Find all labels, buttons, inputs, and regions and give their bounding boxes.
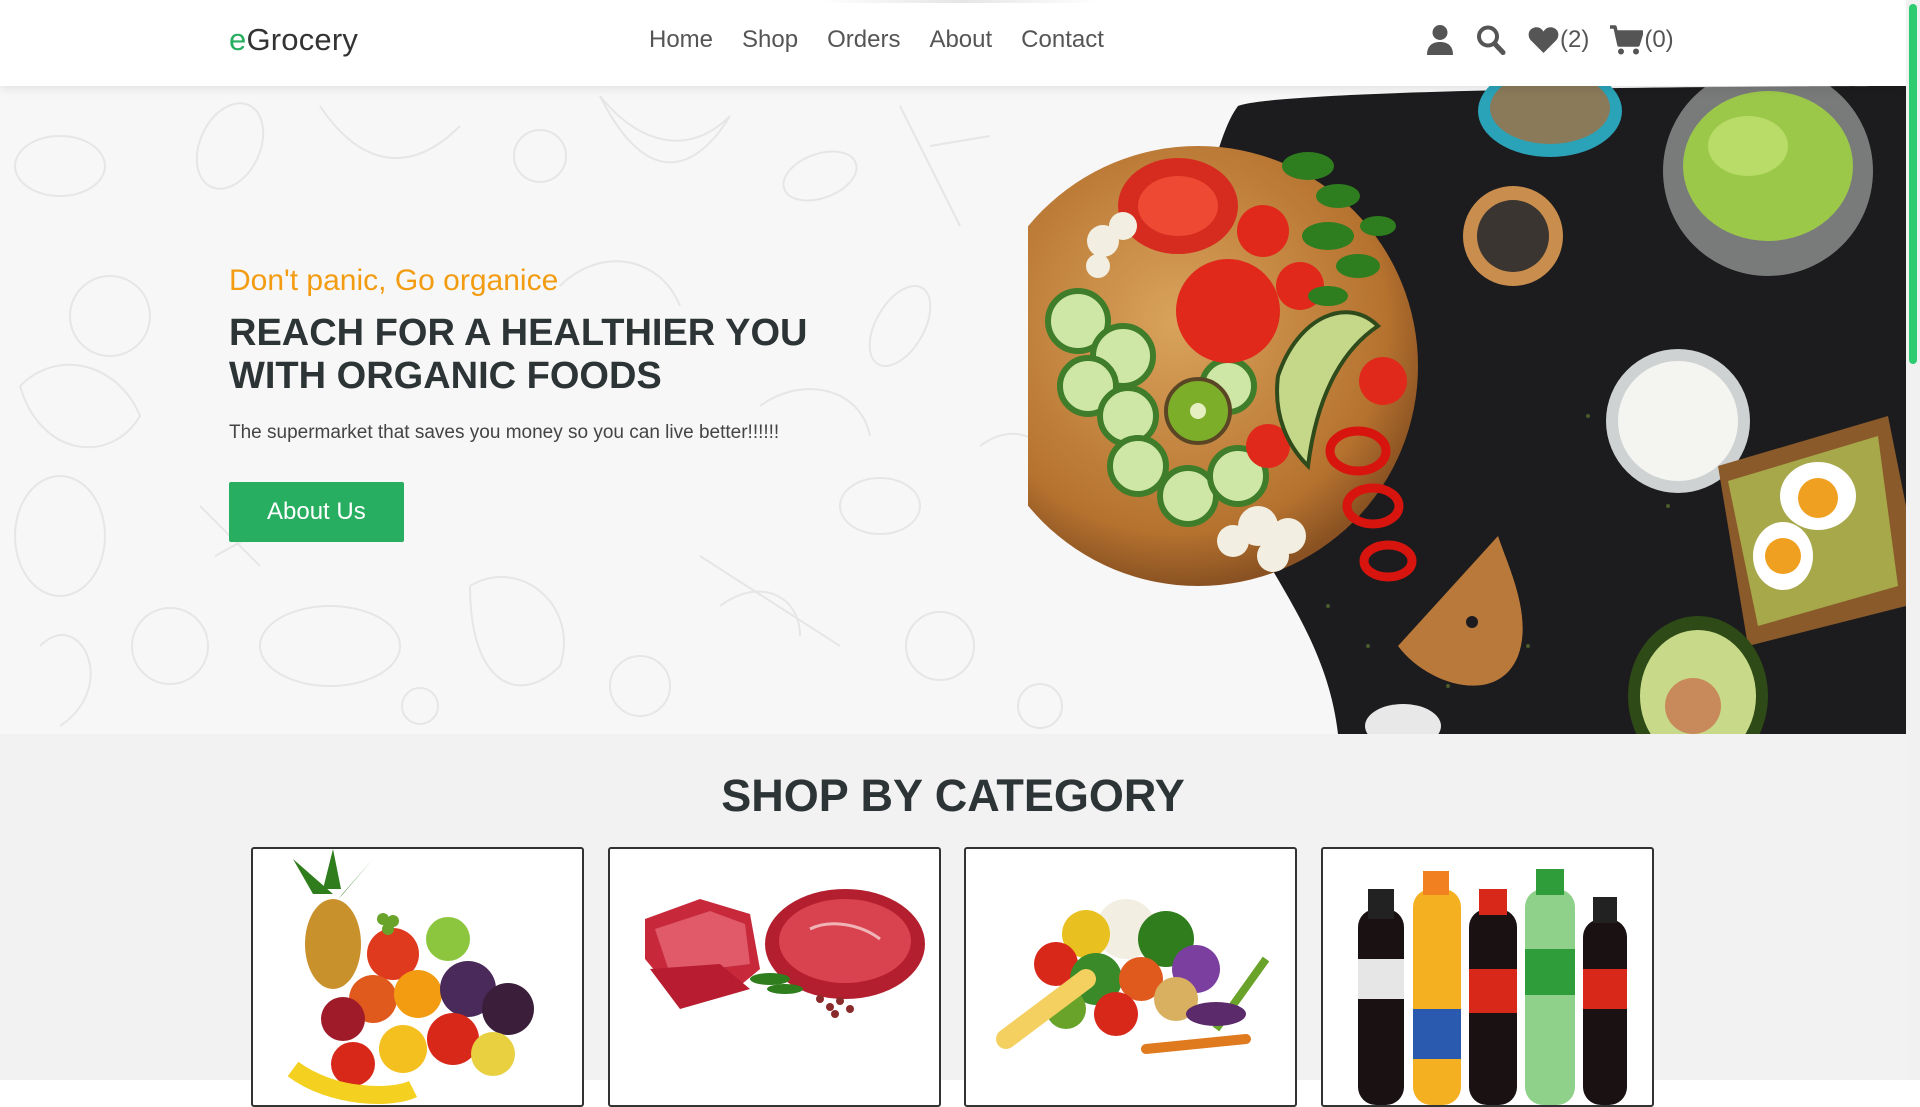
fruits-image [287, 849, 534, 1104]
nav-orders[interactable]: Orders [827, 26, 900, 54]
category-card-fruits[interactable] [251, 847, 584, 1107]
page-scrollbar[interactable] [1906, 0, 1920, 1080]
hero-food-image [1028, 86, 1906, 734]
category-card-vegetables[interactable] [964, 847, 1297, 1107]
search-icon[interactable] [1476, 24, 1506, 56]
main-nav: Home Shop Orders About Contact [649, 26, 1133, 54]
cart-button[interactable]: (0) [1609, 24, 1674, 56]
site-logo[interactable]: eGrocery [229, 22, 358, 58]
hero-subtext: The supermarket that saves you money so … [229, 422, 780, 443]
scrollbar-thumb[interactable] [1909, 4, 1917, 364]
wishlist-count: (2) [1560, 26, 1590, 53]
vegetables-image [996, 899, 1270, 1054]
nav-about[interactable]: About [929, 26, 992, 54]
hero-headline: REACH FOR A HEALTHIER YOU WITH ORGANIC F… [229, 312, 909, 398]
category-title: SHOP BY CATEGORY [721, 770, 1185, 821]
hero-headline-line1: REACH FOR A HEALTHIER YOU [229, 312, 808, 354]
header-accent-line [820, 0, 1100, 3]
wishlist-button[interactable]: (2) [1528, 26, 1589, 54]
site-header: eGrocery Home Shop Orders About Contact … [0, 0, 1906, 86]
heart-icon [1528, 27, 1559, 53]
user-icon[interactable] [1426, 24, 1454, 56]
meat-image [645, 889, 925, 1018]
nav-contact[interactable]: Contact [1021, 26, 1104, 54]
about-us-button[interactable]: About Us [229, 482, 404, 542]
header-icons: (2) (0) [1426, 24, 1674, 56]
category-card-meat[interactable] [608, 847, 941, 1107]
nav-shop[interactable]: Shop [742, 26, 798, 54]
nav-home[interactable]: Home [649, 26, 713, 54]
drinks-image [1358, 869, 1627, 1105]
hero-tagline: Don't panic, Go organice [229, 264, 559, 297]
logo-text: Grocery [246, 22, 359, 57]
cart-icon [1610, 25, 1644, 55]
hero-section: Don't panic, Go organice REACH FOR A HEA… [0, 86, 1906, 734]
hero-headline-line2: WITH ORGANIC FOODS [229, 355, 662, 397]
hero-text-block: Don't panic, Go organice REACH FOR A HEA… [229, 264, 909, 542]
category-card-drinks[interactable] [1321, 847, 1654, 1107]
shop-by-category-section: SHOP BY CATEGORY [0, 734, 1906, 1107]
cart-count: (0) [1644, 26, 1674, 53]
logo-prefix: e [229, 22, 247, 57]
